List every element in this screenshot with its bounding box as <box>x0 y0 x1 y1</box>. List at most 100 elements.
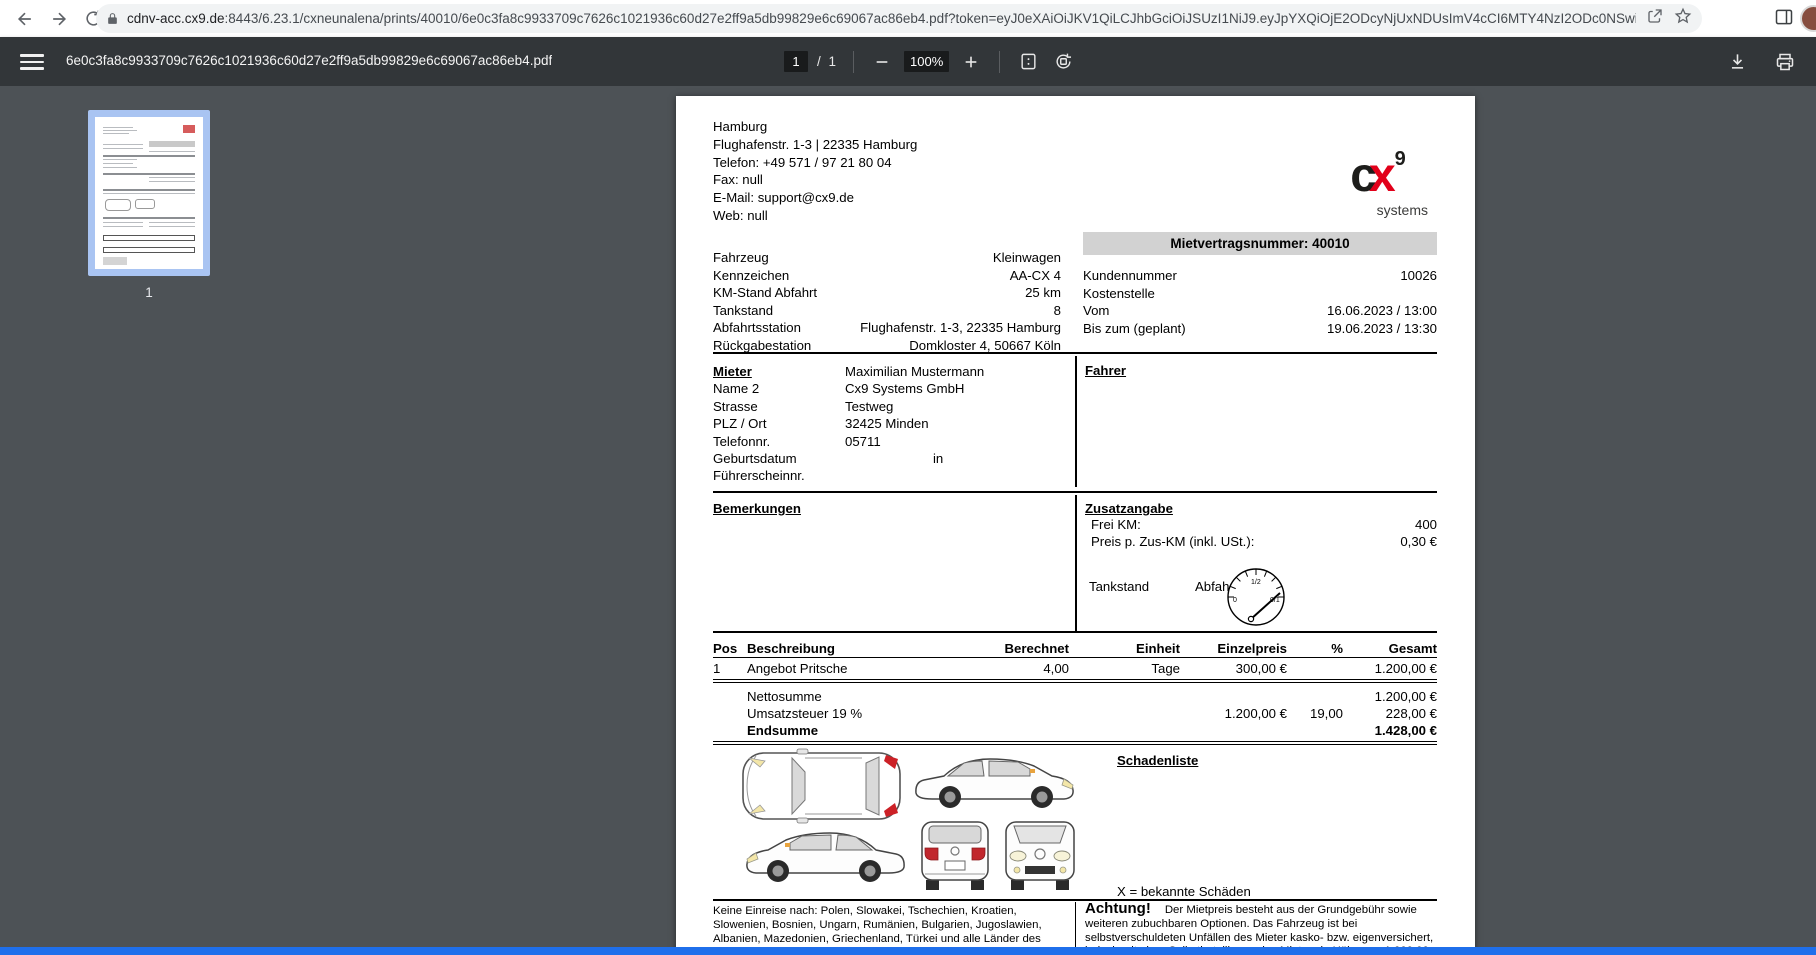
field-label: Tankstand <box>713 302 773 320</box>
car-side-view-left-diagram <box>742 826 908 884</box>
field-label: KM-Stand Abfahrt <box>713 284 817 302</box>
url-domain: cdnv-acc.cx9.de <box>127 11 225 26</box>
col-header-pos: Pos <box>713 641 737 656</box>
screen: cdnv-acc.cx9.de:8443/6.23.1/cxneunalena/… <box>0 0 1816 955</box>
share-icon <box>1646 7 1664 25</box>
logo-x: x <box>1369 149 1393 202</box>
pdf-viewer-toolbar: 6e0c3fa8c9933709c7626c1021936c60d27e2ff9… <box>0 37 1816 86</box>
field-value: AA-CX 4 <box>1010 267 1061 285</box>
car-front-view-diagram <box>1000 818 1080 892</box>
field-value: 25 km <box>1025 284 1061 302</box>
field-label: Abfahrtsstation <box>713 319 801 337</box>
share-button[interactable] <box>1646 7 1664 30</box>
pdf-action-controls <box>1724 37 1798 86</box>
summary-total: 1.428,00 € <box>1327 723 1437 738</box>
sender-line: Fax: null <box>713 171 917 189</box>
toolbar-separator <box>999 51 1000 73</box>
damage-legend: X = bekannte Schäden <box>1117 884 1251 899</box>
back-button[interactable] <box>8 4 42 34</box>
cell-description: Angebot Pritsche <box>747 661 847 676</box>
col-header-description: Beschreibung <box>747 641 835 656</box>
divider <box>713 631 1437 633</box>
field-label: Bis zum (geplant) <box>1083 320 1186 338</box>
summary-total: 228,00 € <box>1327 706 1437 721</box>
side-panel-icon <box>1774 7 1794 27</box>
summary-row-grand-total: Endsumme 1.428,00 € <box>713 723 1437 740</box>
profile-avatar[interactable] <box>1800 5 1816 32</box>
pdf-viewer-area: 1 Hamburg Flughafenstr. 1-3 | 22335 Hamb… <box>0 86 1816 955</box>
summary-row-net: Nettosumme 1.200,00 € <box>713 689 1437 706</box>
field-value: 19.06.2023 / 13:30 <box>1327 320 1437 338</box>
page-zoom-controls: 1 / 1 100% <box>784 37 1076 86</box>
column-divider <box>1075 495 1077 632</box>
field-value: 05711 <box>845 433 881 450</box>
thumbnail-page-number: 1 <box>88 285 210 300</box>
pdf-page: Hamburg Flughafenstr. 1-3 | 22335 Hambur… <box>676 96 1475 955</box>
minus-icon <box>874 54 890 70</box>
divider <box>713 352 1437 354</box>
col-header-unit: Einheit <box>1080 641 1180 656</box>
field-value: 0,30 € <box>1400 533 1437 550</box>
vehicle-info-block: FahrzeugKleinwagen KennzeichenAA-CX 4 KM… <box>713 249 1061 354</box>
address-bar[interactable]: cdnv-acc.cx9.de:8443/6.23.1/cxneunalena/… <box>96 4 1702 33</box>
car-side-view-right-diagram <box>912 752 1078 810</box>
back-arrow-icon <box>15 9 35 29</box>
toolbar-separator <box>853 51 854 73</box>
table-header-divider <box>713 657 1437 658</box>
extra-info-title: Zusatzangabe <box>1085 501 1437 516</box>
bookmark-button[interactable] <box>1674 7 1692 30</box>
field-label: Preis p. Zus-KM (inkl. USt.): <box>1091 533 1254 550</box>
zoom-level[interactable]: 100% <box>904 51 949 72</box>
table-row-divider <box>713 679 1437 683</box>
summary-label: Nettosumme <box>747 689 822 704</box>
field-value: in <box>845 450 943 467</box>
table-header-row: Pos Beschreibung Berechnet Einheit Einze… <box>713 641 1437 658</box>
zoom-out-button[interactable] <box>869 49 895 75</box>
taskbar-edge <box>0 947 1816 955</box>
summary-label: Endsumme <box>747 723 818 738</box>
menu-button[interactable] <box>20 50 44 72</box>
table-bottom-divider <box>713 741 1437 745</box>
fit-page-button[interactable] <box>1015 49 1041 75</box>
sender-line: Flughafenstr. 1-3 | 22335 Hamburg <box>713 136 917 154</box>
cell-unit-price: 300,00 € <box>1177 661 1287 676</box>
logo-systems: systems <box>1318 202 1438 218</box>
field-label: Frei KM: <box>1091 516 1141 533</box>
field-value: 32425 Minden <box>845 415 929 432</box>
thumbnail-panel: 1 <box>88 110 210 300</box>
zoom-in-button[interactable] <box>958 49 984 75</box>
print-button[interactable] <box>1772 49 1798 75</box>
page-thumbnail[interactable] <box>88 110 210 276</box>
logo-9: 9 <box>1395 148 1406 170</box>
page-number-input[interactable]: 1 <box>784 51 808 72</box>
contract-number-box: Mietvertragsnummer: 40010 <box>1083 232 1437 255</box>
field-value: 16.06.2023 / 13:00 <box>1327 302 1437 320</box>
extra-info-block: Zusatzangabe Frei KM: 400 Preis p. Zus-KM… <box>1085 501 1437 551</box>
rotate-icon <box>1054 52 1073 71</box>
driver-title: Fahrer <box>1085 363 1126 378</box>
field-value: Testweg <box>845 398 893 415</box>
field-label: Fahrzeug <box>713 249 769 267</box>
contract-info-block: Kundennummer10026 Kostenstelle Vom16.06.… <box>1083 267 1437 337</box>
table-row: 1 Angebot Pritsche 4,00 Tage 300,00 € 1.… <box>713 661 1437 678</box>
side-panel-button[interactable] <box>1774 7 1794 32</box>
field-value: Flughafenstr. 1-3, 22335 Hamburg <box>860 319 1061 337</box>
rotate-button[interactable] <box>1050 49 1076 75</box>
attention-title: Achtung! <box>1085 900 1151 917</box>
field-value: 10026 <box>1400 267 1437 285</box>
field-value: 400 <box>1415 516 1437 533</box>
forward-button[interactable] <box>42 4 76 34</box>
divider <box>713 899 1437 901</box>
divider <box>713 491 1437 493</box>
summary-total: 1.200,00 € <box>1327 689 1437 704</box>
summary-unit-price: 1.200,00 € <box>1177 706 1287 721</box>
renter-title: Mieter <box>713 363 845 380</box>
download-button[interactable] <box>1724 49 1750 75</box>
summary-label: Umsatzsteuer 19 % <box>747 706 862 721</box>
url-text: cdnv-acc.cx9.de:8443/6.23.1/cxneunalena/… <box>127 11 1636 26</box>
fit-page-icon <box>1019 52 1038 71</box>
gauge-label-half: 1/2 <box>1251 579 1261 586</box>
field-label: Kostenstelle <box>1083 285 1155 303</box>
thumbnail-preview <box>95 117 203 269</box>
col-header-calculated: Berechnet <box>969 641 1069 656</box>
